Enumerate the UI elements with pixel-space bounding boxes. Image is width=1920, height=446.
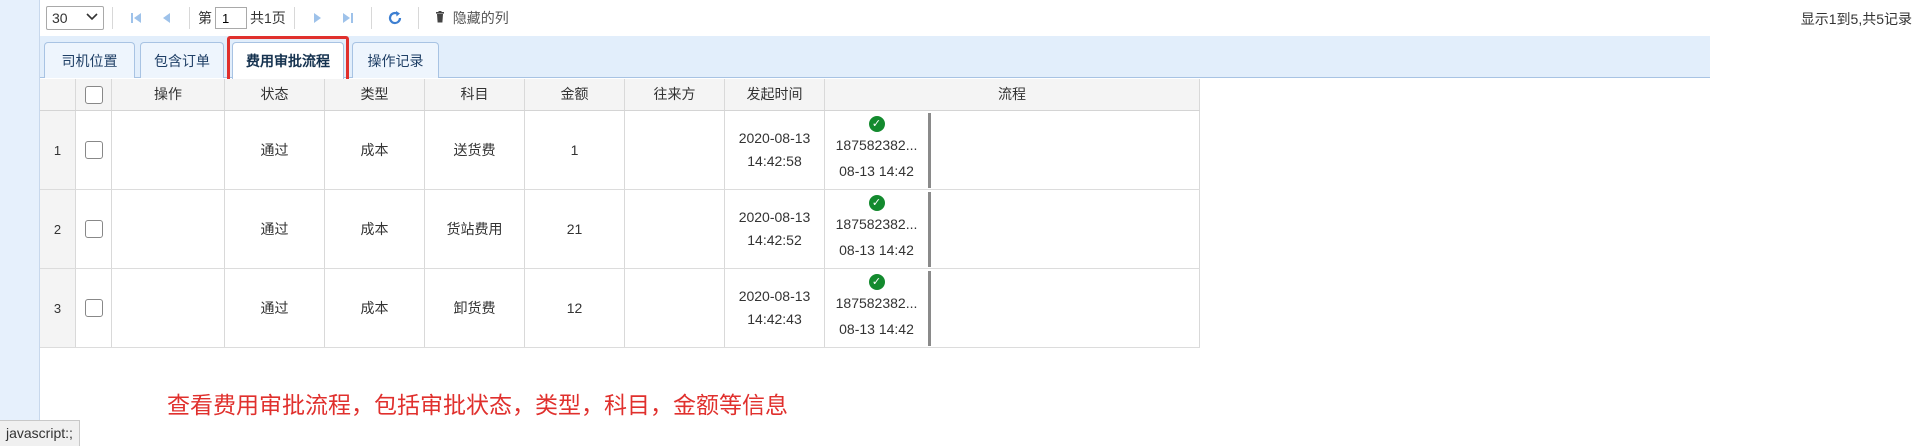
flow-time: 08-13 14:42: [839, 163, 914, 179]
flow-node[interactable]: ✓ 187582382... 08-13 14:42: [825, 112, 931, 188]
flow-cell: ✓ 187582382... 08-13 14:42: [825, 190, 1200, 268]
flow-cell: ✓ 187582382... 08-13 14:42: [825, 111, 1200, 189]
tab-operation-log[interactable]: 操作记录: [352, 42, 439, 78]
flow-time: 08-13 14:42: [839, 321, 914, 337]
last-page-icon[interactable]: [337, 7, 359, 29]
page-size-select[interactable]: 30: [46, 6, 104, 30]
toolbar-separator: [417, 7, 419, 29]
first-page-icon[interactable]: [125, 7, 147, 29]
pagination-toolbar: 30 第 共1页 隐藏的列 显示1到5,共5记录: [40, 0, 1920, 36]
header-rownum: [40, 79, 76, 110]
amount-cell: 1: [525, 111, 625, 189]
hidden-columns-button[interactable]: 隐藏的列: [435, 8, 509, 28]
status-cell: 通过: [225, 111, 325, 189]
start-date: 2020-08-13: [738, 130, 811, 146]
header-status[interactable]: 状态: [225, 79, 325, 110]
subject-cell: 卸货费: [425, 269, 525, 347]
trash-icon: [435, 10, 445, 26]
header-counterparty[interactable]: 往来方: [625, 79, 725, 110]
type-cell: 成本: [325, 111, 425, 189]
action-cell: [112, 190, 225, 268]
table-row[interactable]: 1 通过 成本 送货费 1 2020-08-13 14:42:58 ✓ 1875…: [40, 111, 1200, 190]
header-action[interactable]: 操作: [112, 79, 225, 110]
row-select-cell: [76, 190, 112, 268]
row-select-cell: [76, 111, 112, 189]
start-time-cell: 2020-08-13 14:42:58: [725, 111, 825, 189]
flow-node[interactable]: ✓ 187582382... 08-13 14:42: [825, 191, 931, 267]
expense-approval-grid: 操作 状态 类型 科目 金额 往来方 发起时间 流程 1 通过 成本 送货费 1…: [40, 79, 1200, 348]
start-time-cell: 2020-08-13 14:42:43: [725, 269, 825, 347]
chevron-down-icon: [86, 12, 98, 24]
header-amount[interactable]: 金额: [525, 79, 625, 110]
page-prefix-label: 第: [198, 10, 212, 26]
counterparty-cell: [625, 111, 725, 189]
counterparty-cell: [625, 190, 725, 268]
flow-approver: 187582382...: [835, 295, 918, 311]
type-cell: 成本: [325, 190, 425, 268]
start-time: 14:42:43: [747, 311, 802, 327]
check-circle-icon: ✓: [868, 274, 885, 290]
prev-page-icon[interactable]: [155, 7, 177, 29]
action-cell: [112, 269, 225, 347]
row-number: 2: [40, 190, 76, 268]
browser-status-bar: javascript:;: [0, 420, 80, 446]
annotation-caption: 查看费用审批流程，包括审批状态，类型，科目，金额等信息: [167, 392, 788, 418]
row-number: 1: [40, 111, 76, 189]
check-circle-icon: ✓: [868, 195, 885, 211]
toolbar-separator: [370, 7, 372, 29]
select-all-checkbox[interactable]: [84, 85, 103, 104]
tab-included-orders[interactable]: 包含订单: [140, 42, 224, 78]
subject-cell: 货站费用: [425, 190, 525, 268]
toolbar-separator: [293, 7, 295, 29]
row-checkbox[interactable]: [84, 220, 103, 238]
flow-cell: ✓ 187582382... 08-13 14:42: [825, 269, 1200, 347]
counterparty-cell: [625, 269, 725, 347]
toolbar-separator: [112, 7, 113, 29]
header-type[interactable]: 类型: [325, 79, 425, 110]
flow-approver: 187582382...: [835, 216, 918, 232]
start-date: 2020-08-13: [738, 209, 811, 225]
start-time: 14:42:52: [747, 232, 802, 248]
grid-header-row: 操作 状态 类型 科目 金额 往来方 发起时间 流程: [40, 79, 1200, 111]
type-cell: 成本: [325, 269, 425, 347]
header-flow[interactable]: 流程: [825, 79, 1200, 110]
left-sidebar-strip: [0, 0, 40, 446]
status-cell: 通过: [225, 269, 325, 347]
row-checkbox[interactable]: [84, 141, 103, 159]
table-row[interactable]: 2 通过 成本 货站费用 21 2020-08-13 14:42:52 ✓ 18…: [40, 190, 1200, 269]
header-subject[interactable]: 科目: [425, 79, 525, 110]
subject-cell: 送货费: [425, 111, 525, 189]
start-time: 14:42:58: [747, 153, 802, 169]
amount-cell: 21: [525, 190, 625, 268]
start-time-cell: 2020-08-13 14:42:52: [725, 190, 825, 268]
flow-node[interactable]: ✓ 187582382... 08-13 14:42: [825, 270, 931, 346]
status-cell: 通过: [225, 190, 325, 268]
row-select-cell: [76, 269, 112, 347]
tab-driver-location[interactable]: 司机位置: [44, 42, 135, 78]
header-start-time[interactable]: 发起时间: [725, 79, 825, 110]
row-number: 3: [40, 269, 76, 347]
table-row[interactable]: 3 通过 成本 卸货费 12 2020-08-13 14:42:43 ✓ 187…: [40, 269, 1200, 348]
check-circle-icon: ✓: [868, 116, 885, 132]
flow-time: 08-13 14:42: [839, 242, 914, 258]
header-select-all: [76, 79, 112, 110]
record-count-info: 显示1到5,共5记录: [1800, 11, 1912, 27]
next-page-icon[interactable]: [307, 7, 329, 29]
hidden-columns-label: 隐藏的列: [452, 10, 509, 26]
flow-approver: 187582382...: [835, 137, 918, 153]
row-checkbox[interactable]: [84, 299, 103, 317]
tab-highlight-frame: [227, 36, 349, 84]
refresh-icon[interactable]: [384, 7, 406, 29]
toolbar-separator: [189, 7, 190, 29]
start-date: 2020-08-13: [738, 288, 811, 304]
page-size-value: 30: [52, 10, 68, 26]
amount-cell: 12: [525, 269, 625, 347]
action-cell: [112, 111, 225, 189]
page-total-label: 共1页: [250, 10, 286, 26]
page-number-input[interactable]: [215, 7, 247, 29]
